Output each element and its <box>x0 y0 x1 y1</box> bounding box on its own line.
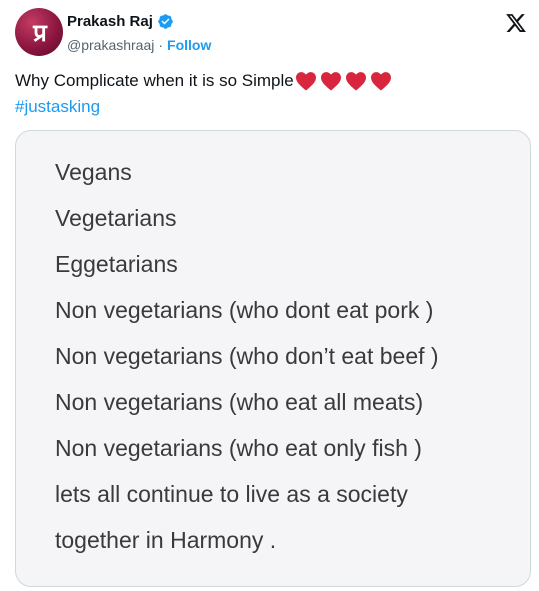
image-text-line: Eggetarians <box>55 251 178 277</box>
image-text-line: Vegans <box>55 159 132 185</box>
verified-badge-icon <box>158 14 173 29</box>
author-handle[interactable]: @prakashraaj <box>67 37 154 53</box>
handle-row: @prakashraaj · Follow <box>67 37 211 53</box>
image-text-line: Non vegetarians (who dont eat pork ) <box>55 297 434 323</box>
tweet-image-card[interactable]: Vegans Vegetarians Eggetarians Non veget… <box>15 130 531 587</box>
follow-button[interactable]: Follow <box>167 37 211 53</box>
avatar[interactable]: प्र <box>15 8 63 56</box>
tweet-text: Why Complicate when it is so Simple <box>15 71 294 90</box>
separator-dot: · <box>158 37 164 53</box>
author-name-row: Prakash Raj <box>67 13 174 30</box>
image-text-lines: Vegans Vegetarians Eggetarians Non veget… <box>55 155 439 569</box>
heart-emojis <box>295 71 395 91</box>
heart-icon <box>320 72 341 91</box>
image-text-line: Non vegetarians (who eat only fish ) <box>55 435 422 461</box>
image-text-line: together in Harmony . <box>55 527 277 553</box>
tweet-body: Why Complicate when it is so Simple #jus… <box>15 68 520 120</box>
image-text-line: Vegetarians <box>55 205 177 231</box>
author-name[interactable]: Prakash Raj <box>67 13 153 30</box>
image-text-line: Non vegetarians (who eat all meats) <box>55 389 424 415</box>
heart-icon <box>370 72 391 91</box>
x-logo-icon[interactable] <box>505 12 527 34</box>
image-text-line: lets all continue to live as a society <box>55 481 408 507</box>
hashtag-link[interactable]: #justasking <box>15 94 100 120</box>
image-text-line: Non vegetarians (who don’t eat beef ) <box>55 343 439 369</box>
tweet-header: प्र Prakash Raj @prakashraaj · Follow <box>15 8 535 56</box>
heart-icon <box>295 72 316 91</box>
tweet-text-line: Why Complicate when it is so Simple <box>15 68 520 94</box>
heart-icon <box>345 72 366 91</box>
hashtag-line: #justasking <box>15 94 520 120</box>
